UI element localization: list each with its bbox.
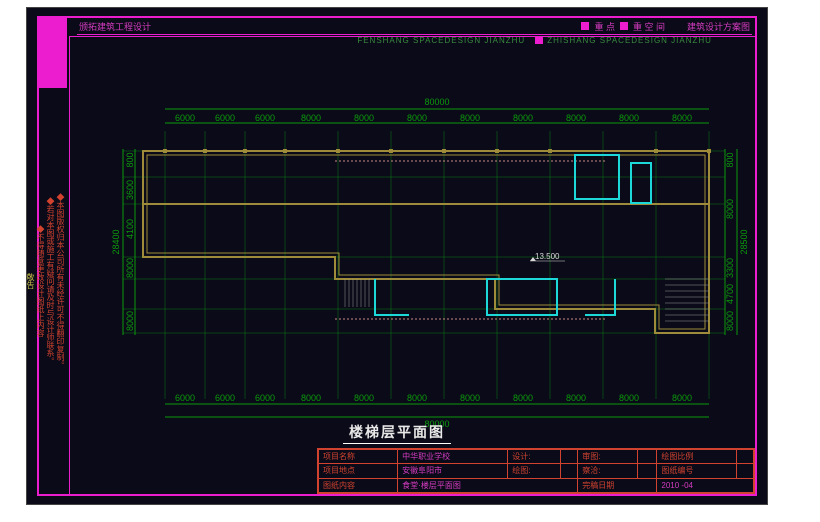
drawing-canvas: 80000 6000 6000 6000 8000 8000 8000 8000… [75,42,755,446]
svg-text:6000: 6000 [215,393,235,403]
sidebar-notes: ◆本图版权归本公司所有未经许可不得翻印复制。 ◆若对本图或施工有疑问请及时与设计… [45,98,65,464]
svg-text:8000: 8000 [354,393,374,403]
svg-text:4700: 4700 [725,284,735,304]
svg-text:8000: 8000 [672,113,692,123]
svg-text:8000: 8000 [672,393,692,403]
svg-text:8000: 8000 [566,113,586,123]
svg-text:8000: 8000 [725,199,735,219]
svg-text:8000: 8000 [407,113,427,123]
svg-text:8000: 8000 [460,113,480,123]
svg-text:6000: 6000 [215,113,235,123]
svg-text:8000: 8000 [619,393,639,403]
logo-box [39,18,67,88]
svg-text:8000: 8000 [619,113,639,123]
drawing-title: 楼梯层平面图 [27,422,767,442]
svg-text:28400: 28400 [111,229,121,254]
svg-text:8000: 8000 [513,113,533,123]
svg-text:8000: 8000 [566,393,586,403]
svg-text:8000: 8000 [513,393,533,403]
svg-text:6000: 6000 [175,113,195,123]
svg-text:28500: 28500 [739,229,749,254]
svg-text:8000: 8000 [407,393,427,403]
svg-text:8000: 8000 [125,258,135,278]
svg-text:6000: 6000 [255,113,275,123]
svg-text:13.500: 13.500 [535,252,560,261]
svg-text:8000: 8000 [354,113,374,123]
svg-text:4100: 4100 [125,219,135,239]
svg-text:8000: 8000 [301,113,321,123]
title-block: 项目名称中华职业学校 设计: 审图: 绘图比例 项目地点安徽阜阳市 绘图: 察洽… [317,448,755,494]
svg-text:800: 800 [125,152,135,167]
svg-text:3600: 3600 [125,180,135,200]
svg-text:8000: 8000 [125,311,135,331]
svg-text:8000: 8000 [460,393,480,403]
svg-text:800: 800 [725,152,735,167]
svg-text:6000: 6000 [255,393,275,403]
svg-text:8000: 8000 [725,311,735,331]
svg-text:6000: 6000 [175,393,195,403]
svg-text:8000: 8000 [301,393,321,403]
header-strip: 颁拓建筑工程设计 重 点 重 空 间 建筑设计方案图 [77,18,752,34]
svg-text:3300: 3300 [725,258,735,278]
svg-text:80000: 80000 [424,97,449,107]
